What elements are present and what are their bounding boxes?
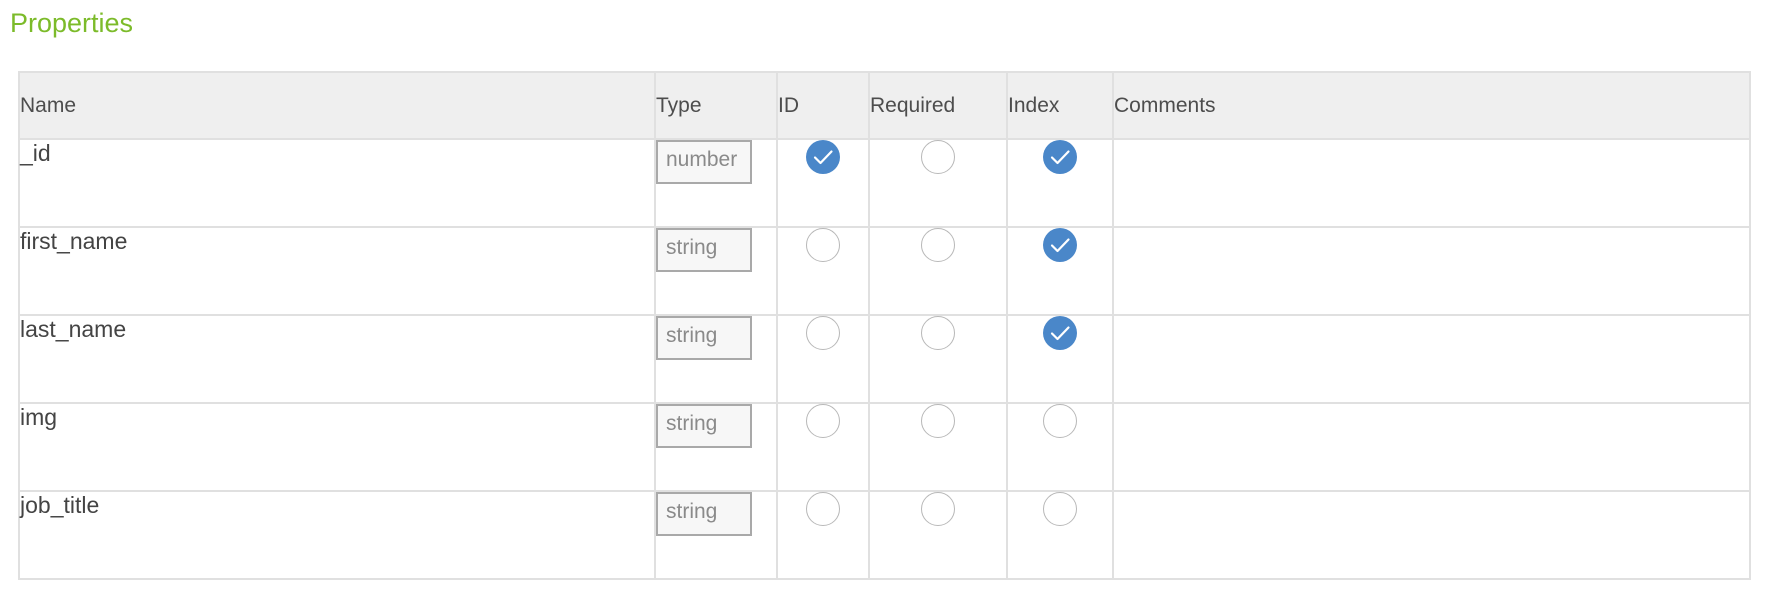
property-name: job_title [18,490,656,580]
required-cell [868,314,1008,404]
index-cell [1006,490,1114,580]
id-cell [776,490,870,580]
type-field[interactable]: number [656,140,752,184]
index-cell [1006,402,1114,492]
required-empty-circle-icon[interactable] [921,404,955,438]
column-header-required: Required [868,71,1008,140]
table-row: first_name string [18,226,1751,316]
id-cell [776,402,870,492]
property-name: img [18,402,656,492]
index-checkmark-circle-icon[interactable] [1043,316,1077,350]
column-header-id: ID [776,71,870,140]
type-field[interactable]: string [656,404,752,448]
id-cell [776,314,870,404]
table-row: _id number [18,138,1751,228]
property-name: last_name [18,314,656,404]
column-header-comments: Comments [1112,71,1751,140]
index-checkmark-circle-icon[interactable] [1043,228,1077,262]
required-empty-circle-icon[interactable] [921,140,955,174]
comments-cell[interactable] [1112,402,1751,492]
properties-table: Name Type ID Required Index Comments _id… [18,71,1751,580]
required-cell [868,138,1008,228]
id-empty-circle-icon[interactable] [806,228,840,262]
type-cell: string [654,314,778,404]
comments-cell[interactable] [1112,226,1751,316]
index-cell [1006,314,1114,404]
type-field[interactable]: string [656,228,752,272]
id-cell [776,226,870,316]
type-cell: string [654,490,778,580]
id-checkmark-circle-icon[interactable] [806,140,840,174]
required-cell [868,490,1008,580]
header-row: Name Type ID Required Index Comments [18,71,1751,140]
required-empty-circle-icon[interactable] [921,228,955,262]
index-empty-circle-icon[interactable] [1043,492,1077,526]
type-cell: string [654,226,778,316]
table-header: Name Type ID Required Index Comments [18,71,1751,140]
properties-page: Properties Name Type ID Required Index C… [0,0,1770,596]
column-header-index: Index [1006,71,1114,140]
section-title: Properties [10,8,134,38]
index-empty-circle-icon[interactable] [1043,404,1077,438]
type-field[interactable]: string [656,492,752,536]
id-empty-circle-icon[interactable] [806,492,840,526]
type-cell: string [654,402,778,492]
required-cell [868,402,1008,492]
table-row: last_name string [18,314,1751,404]
property-name: _id [18,138,656,228]
table-body: _id number first_name string last_name string… [18,138,1751,580]
comments-cell[interactable] [1112,490,1751,580]
column-header-type: Type [654,71,778,140]
id-empty-circle-icon[interactable] [806,404,840,438]
type-cell: number [654,138,778,228]
comments-cell[interactable] [1112,138,1751,228]
required-empty-circle-icon[interactable] [921,492,955,526]
property-name: first_name [18,226,656,316]
table-row: job_title string [18,490,1751,580]
index-cell [1006,138,1114,228]
table-row: img string [18,402,1751,492]
id-cell [776,138,870,228]
required-empty-circle-icon[interactable] [921,316,955,350]
comments-cell[interactable] [1112,314,1751,404]
id-empty-circle-icon[interactable] [806,316,840,350]
type-field[interactable]: string [656,316,752,360]
column-header-name: Name [18,71,656,140]
index-cell [1006,226,1114,316]
index-checkmark-circle-icon[interactable] [1043,140,1077,174]
required-cell [868,226,1008,316]
